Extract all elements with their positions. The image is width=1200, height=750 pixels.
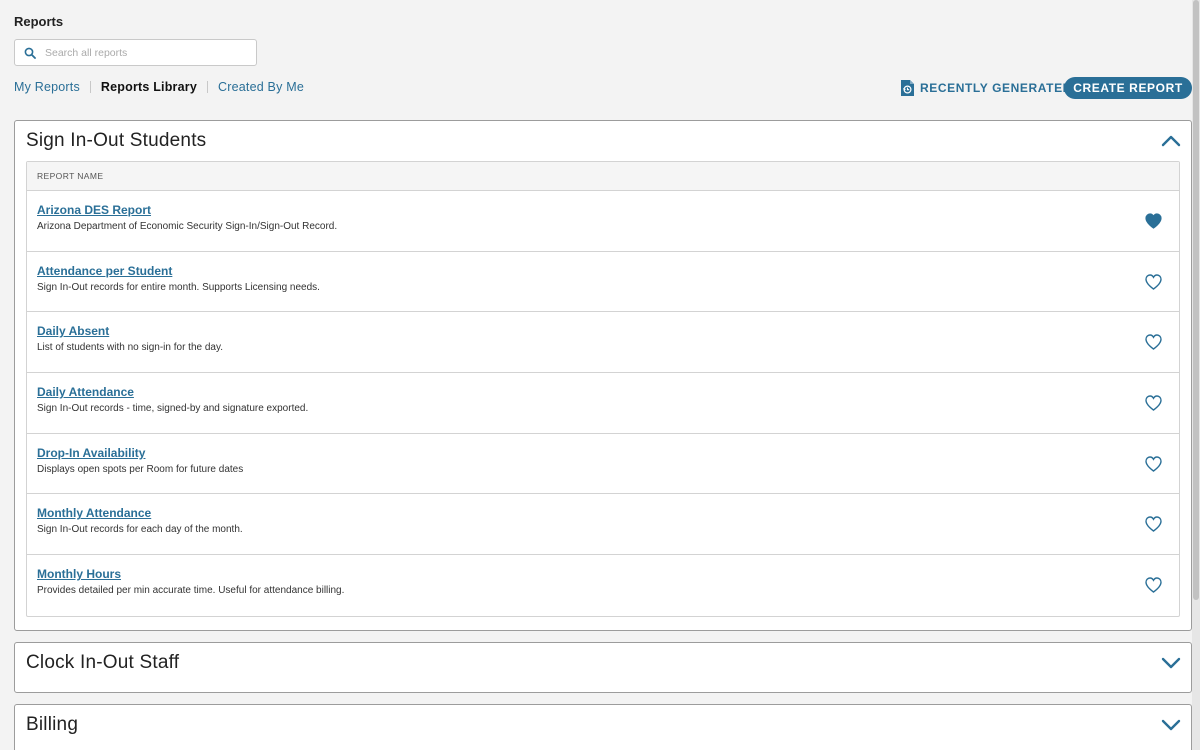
tab-created-by-me[interactable]: Created By Me bbox=[218, 80, 304, 94]
search-input[interactable] bbox=[45, 46, 245, 59]
recently-generated-button[interactable]: RECENTLY GENERATED bbox=[900, 78, 1072, 98]
report-link[interactable]: Monthly Hours bbox=[37, 567, 121, 581]
report-description: Sign In-Out records - time, signed-by an… bbox=[37, 403, 309, 415]
tab-divider bbox=[89, 81, 91, 93]
table-row: Monthly Hours Provides detailed per min … bbox=[27, 555, 1179, 616]
table-row: Drop-In Availability Displays open spots… bbox=[27, 434, 1179, 495]
chevron-up-icon[interactable] bbox=[1161, 135, 1181, 147]
page-title: Reports bbox=[14, 14, 64, 29]
heart-outline-icon[interactable] bbox=[1145, 273, 1162, 290]
chevron-down-icon[interactable] bbox=[1161, 657, 1181, 669]
report-description: Arizona Department of Economic Security … bbox=[37, 221, 338, 232]
page-scrollbar[interactable] bbox=[1192, 0, 1200, 750]
report-description: Provides detailed per min accurate time.… bbox=[37, 585, 345, 597]
report-link[interactable]: Monthly Attendance bbox=[37, 506, 151, 520]
tab-divider bbox=[207, 81, 208, 93]
report-description: List of students with no sign-in for the… bbox=[37, 342, 224, 354]
section-billing: Billing bbox=[14, 704, 1192, 750]
report-link[interactable]: Daily Absent bbox=[37, 324, 109, 338]
report-description: Sign In-Out records for each day of the … bbox=[37, 524, 243, 536]
report-link[interactable]: Attendance per Student bbox=[37, 264, 172, 278]
table-row: Daily Absent List of students with no si… bbox=[27, 312, 1179, 374]
section-title: Billing bbox=[26, 714, 79, 735]
section-clock-in-out-staff: Clock In-Out Staff bbox=[14, 642, 1192, 693]
tab-reports-library[interactable]: Reports Library bbox=[101, 80, 197, 94]
heart-outline-icon[interactable] bbox=[1145, 334, 1162, 351]
scrollbar-thumb[interactable] bbox=[1193, 0, 1199, 600]
section-title: Clock In-Out Staff bbox=[26, 652, 180, 673]
table-row: Daily Attendance Sign In-Out records - t… bbox=[27, 373, 1179, 434]
column-header-report-name: REPORT NAME bbox=[27, 162, 1179, 191]
heart-outline-icon[interactable] bbox=[1145, 395, 1162, 411]
heart-outline-icon[interactable] bbox=[1145, 577, 1162, 593]
chevron-down-icon[interactable] bbox=[1161, 719, 1181, 731]
recently-generated-label: RECENTLY GENERATED bbox=[920, 81, 1072, 95]
document-history-icon bbox=[901, 80, 914, 96]
report-table: REPORT NAME Arizona DES Report Arizona D… bbox=[26, 161, 1180, 617]
report-description: Displays open spots per Room for future … bbox=[37, 463, 244, 475]
report-description: Sign In-Out records for entire month. Su… bbox=[37, 281, 320, 293]
section-header[interactable]: Clock In-Out Staff bbox=[15, 643, 1191, 683]
search-icon bbox=[24, 47, 36, 59]
section-title: Sign In-Out Students bbox=[26, 130, 207, 151]
heart-outline-icon[interactable] bbox=[1145, 516, 1162, 533]
create-report-button[interactable]: CREATE REPORT bbox=[1064, 77, 1192, 99]
report-link[interactable]: Drop-In Availability bbox=[37, 446, 145, 460]
table-row: Attendance per Student Sign In-Out recor… bbox=[27, 252, 1179, 313]
table-row: Arizona DES Report Arizona Department of… bbox=[27, 191, 1179, 252]
search-box[interactable] bbox=[14, 39, 257, 66]
section-sign-in-out-students: Sign In-Out Students REPORT NAME Arizona… bbox=[14, 120, 1192, 631]
heart-outline-icon[interactable] bbox=[1145, 456, 1162, 472]
table-row: Monthly Attendance Sign In-Out records f… bbox=[27, 494, 1179, 556]
heart-filled-icon[interactable] bbox=[1145, 213, 1162, 229]
section-header[interactable]: Sign In-Out Students bbox=[15, 121, 1191, 161]
report-link[interactable]: Arizona DES Report bbox=[37, 203, 151, 217]
report-link[interactable]: Daily Attendance bbox=[37, 385, 134, 399]
tab-my-reports[interactable]: My Reports bbox=[14, 80, 80, 94]
report-tabs: My Reports Reports Library Created By Me bbox=[14, 80, 304, 94]
section-header[interactable]: Billing bbox=[15, 705, 1191, 745]
